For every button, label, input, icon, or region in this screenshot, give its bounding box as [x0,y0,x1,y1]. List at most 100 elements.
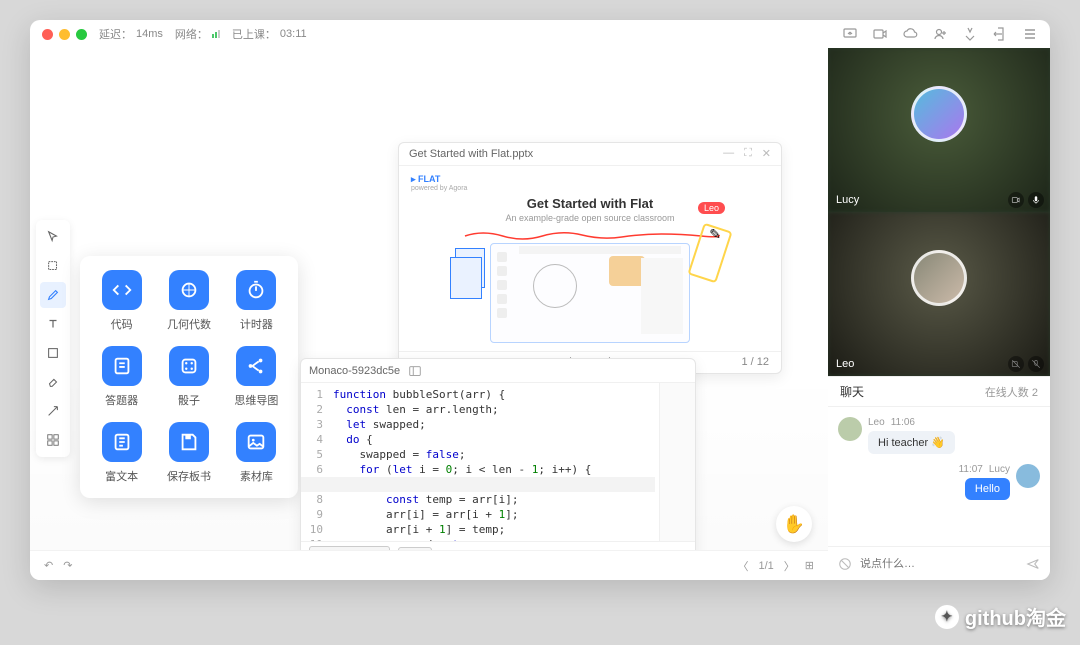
class-time: 03:11 [280,28,307,40]
add-page-icon[interactable]: ⊞ [805,559,814,572]
video-name: Leo [836,358,854,370]
maximize-icon[interactable]: ⛶ [744,147,752,160]
latency-label: 延迟： [99,26,132,42]
wechat-icon: ✦ [935,605,959,629]
minimize-icon[interactable] [59,29,70,40]
app-label: 计时器 [240,316,273,332]
video-tile-leo[interactable]: Leo [828,212,1050,376]
app-code[interactable]: 代码 [88,270,155,332]
chat-messages[interactable]: Leo11:06 Hi teacher 👋 11:07Lucy Hello [828,407,1050,546]
tool-shape[interactable] [40,340,66,366]
ban-chat-icon[interactable] [838,557,852,571]
user-badge: Leo [698,202,725,214]
app-dice[interactable]: 骰子 [155,346,222,408]
chat-input[interactable] [860,558,1018,570]
latency-stat: 延迟： 14ms [99,26,163,42]
page-indicator: 1 / 12 [741,356,769,368]
close-icon[interactable] [42,29,53,40]
chat-tabs: 聊天 在线人数 2 [828,377,1050,407]
app-quiz[interactable]: 答题器 [88,346,155,408]
app-label: 思维导图 [234,392,278,408]
titlebar-actions [842,26,1038,42]
scribble-annotation [463,228,721,242]
cloud-icon[interactable] [902,26,918,42]
class-label: 已上课： [232,26,276,42]
chat-section: 聊天 在线人数 2 Leo11:06 Hi teacher 👋 [828,376,1050,580]
tool-arrow[interactable] [40,398,66,424]
page-indicator: 1/1 [758,560,773,572]
code-editor[interactable]: 123456789101112 function bubbleSort(arr)… [301,383,695,541]
tab-chat[interactable]: 聊天 [840,383,864,400]
screen-share-icon[interactable] [842,26,858,42]
ppt-slide: ▸ FLAT powered by Agora Get Started with… [399,166,781,351]
ppt-logo-sub: powered by Agora [411,185,769,192]
chat-message: Leo11:06 Hi teacher 👋 [838,417,1040,454]
class-time-stat: 已上课： 03:11 [232,26,307,42]
avatar [911,250,967,306]
code-content[interactable]: function bubbleSort(arr) { const len = a… [329,383,659,541]
minimap[interactable] [659,383,695,541]
tool-select[interactable] [40,253,66,279]
maximize-icon[interactable] [76,29,87,40]
redo-icon[interactable]: ↷ [63,559,72,572]
msg-time: 11:06 [891,417,915,428]
chat-input-row [828,546,1050,580]
raise-hand-button[interactable]: ✋ [776,506,812,542]
ppt-logo: ▸ FLAT [411,174,769,185]
app-geometry[interactable]: 几何代数 [155,270,222,332]
tool-eraser[interactable] [40,369,66,395]
tool-pen[interactable] [40,282,66,308]
monaco-header[interactable]: Monaco-5923dc5e [301,359,695,383]
tool-text[interactable] [40,311,66,337]
dice-icon [169,346,209,386]
app-mindmap[interactable]: 思维导图 [223,346,290,408]
msg-name: Lucy [989,464,1010,475]
monaco-window[interactable]: Monaco-5923dc5e 123456789101112 function… [300,358,696,570]
library-icon [236,422,276,462]
window-controls[interactable] [42,29,87,40]
slide-preview [490,243,690,343]
prev-page-icon[interactable]: 〈 [737,558,748,574]
dog-image [609,256,645,286]
send-icon[interactable] [1026,557,1040,571]
app-window: 延迟： 14ms 网络： 已上课： 03:11 [30,20,1050,580]
whiteboard[interactable]: 代码 几何代数 计时器 答题器 骰子 思维导图 富文本 保存板书 素材库 Get… [30,48,828,580]
page-stack-icon [455,248,485,288]
next-page-icon[interactable]: 〉 [784,558,795,574]
close-icon[interactable]: ✕ [762,147,771,160]
code-icon [102,270,142,310]
app-timer[interactable]: 计时器 [223,270,290,332]
app-label: 代码 [111,316,133,332]
app-save[interactable]: 保存板书 [155,422,222,484]
tool-apps[interactable] [40,427,66,453]
tools-icon[interactable] [962,26,978,42]
app-label: 几何代数 [167,316,211,332]
minimize-icon[interactable]: — [723,147,734,160]
titlebar: 延迟： 14ms 网络： 已上课： 03:11 [30,20,1050,48]
app-richtext[interactable]: 富文本 [88,422,155,484]
chat-message: 11:07Lucy Hello [838,464,1040,500]
video-tile-lucy[interactable]: Lucy [828,48,1050,212]
app-label: 答题器 [105,392,138,408]
record-icon[interactable] [872,26,888,42]
online-count: 在线人数 2 [985,384,1038,400]
watermark-text: github淘金 [965,602,1066,631]
mic-off-icon[interactable] [1028,356,1044,372]
exit-icon[interactable] [992,26,1008,42]
network-stat: 网络： [175,26,220,42]
apps-panel: 代码 几何代数 计时器 答题器 骰子 思维导图 富文本 保存板书 素材库 [80,256,298,498]
mic-icon[interactable] [1028,192,1044,208]
savefile-icon [169,422,209,462]
app-library[interactable]: 素材库 [223,422,290,484]
monaco-title: Monaco-5923dc5e [309,365,400,377]
camera-off-icon[interactable] [1008,356,1024,372]
menu-icon[interactable] [1022,26,1038,42]
tool-cursor[interactable] [40,224,66,250]
sidebar-toggle-icon[interactable] [408,364,422,378]
undo-icon[interactable]: ↶ [44,559,53,572]
ppt-window[interactable]: Get Started with Flat.pptx — ⛶ ✕ ▸ FLAT … [398,142,782,374]
ppt-header[interactable]: Get Started with Flat.pptx — ⛶ ✕ [399,143,781,166]
msg-name: Leo [868,417,885,428]
camera-icon[interactable] [1008,192,1024,208]
invite-icon[interactable] [932,26,948,42]
